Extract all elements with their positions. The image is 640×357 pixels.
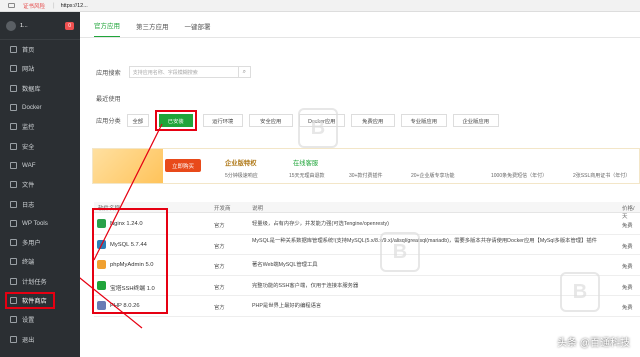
main-content: 官方应用 第三方应用 一键部署 应用搜索 支持应用名称、字段模糊搜索 ⌕ 最近使… — [80, 12, 640, 357]
sidebar-item-label: 文件 — [22, 182, 35, 190]
sidebar-item-label: 计划任务 — [22, 278, 47, 286]
notification-badge[interactable]: 0 — [65, 21, 74, 30]
sidebar-item-logs[interactable]: 日志 — [0, 194, 80, 213]
sidebar-header: 1... 0 — [0, 12, 80, 40]
sidebar-item-database[interactable]: 数据库 — [0, 79, 80, 98]
cert-warning[interactable]: 证书风险 — [23, 2, 45, 10]
sidebar-item-monitor[interactable]: 监控 — [0, 117, 80, 136]
watermark-logo: B — [298, 108, 338, 148]
folder-icon — [10, 181, 17, 189]
host-name: 1... — [20, 22, 28, 29]
sidebar-item-label: 网站 — [22, 66, 35, 74]
home-icon — [10, 46, 17, 54]
terminal-icon — [10, 258, 17, 266]
address-bar[interactable]: https://12... — [61, 3, 88, 9]
sidebar-item-label: 安全 — [22, 143, 35, 151]
database-icon — [10, 84, 17, 92]
footer-credit: 头条 @百通科技 — [557, 338, 630, 349]
monitor-icon — [10, 123, 17, 131]
arrow-line — [93, 123, 163, 261]
sidebar-item-website[interactable]: 网站 — [0, 59, 80, 78]
wordpress-icon — [10, 219, 17, 227]
watermark-logo: B — [380, 232, 420, 272]
shield-icon — [10, 142, 17, 150]
sidebar-item-label: 设置 — [22, 317, 35, 325]
sidebar-item-wptools[interactable]: WP Tools — [0, 214, 80, 233]
sidebar-item-label: WP Tools — [22, 219, 48, 227]
log-icon — [10, 200, 17, 208]
sidebar-item-home[interactable]: 首页 — [0, 40, 80, 59]
watermark-logo: B — [560, 272, 600, 312]
sidebar-item-label: 日志 — [22, 201, 35, 209]
highlight-box — [5, 291, 55, 309]
annotation-arrows — [80, 123, 163, 329]
sidebar-item-label: 多用户 — [22, 240, 41, 248]
logout-icon — [10, 335, 17, 343]
arrow-line — [80, 277, 143, 329]
sidebar-item-waf[interactable]: WAF — [0, 156, 80, 175]
globe-icon — [10, 65, 17, 73]
sidebar-item-docker[interactable]: Docker — [0, 98, 80, 117]
sidebar-item-cron[interactable]: 计划任务 — [0, 272, 80, 291]
firewall-icon — [10, 161, 17, 169]
sidebar-item-label: Docker — [22, 104, 42, 112]
sidebar-item-security[interactable]: 安全 — [0, 136, 80, 155]
sidebar-item-users[interactable]: 多用户 — [0, 233, 80, 252]
sidebar: 1... 0 首页 网站 数据库 Docker 监控 安全 WAF 文件 日志 … — [0, 12, 80, 357]
sidebar-item-label: 退出 — [22, 336, 35, 344]
divider: | — [53, 2, 55, 9]
sidebar-item-label: 终端 — [22, 259, 35, 267]
sidebar-item-label: 数据库 — [22, 85, 41, 93]
sidebar-item-files[interactable]: 文件 — [0, 175, 80, 194]
sidebar-item-logout[interactable]: 退出 — [0, 329, 80, 348]
sidebar-item-store[interactable]: 软件商店 — [0, 291, 80, 310]
browser-bar: 证书风险 | https://12... — [0, 0, 640, 12]
sidebar-item-label: WAF — [22, 161, 36, 169]
docker-icon — [10, 104, 17, 112]
server-icon — [6, 20, 16, 31]
users-icon — [10, 239, 17, 247]
gear-icon — [10, 316, 17, 324]
sidebar-item-terminal[interactable]: 终端 — [0, 252, 80, 271]
sidebar-item-settings[interactable]: 设置 — [0, 310, 80, 329]
sidebar-item-label: 监控 — [22, 124, 35, 132]
sidebar-item-label: 首页 — [22, 47, 35, 55]
lock-icon — [8, 3, 15, 8]
clock-icon — [10, 277, 17, 285]
